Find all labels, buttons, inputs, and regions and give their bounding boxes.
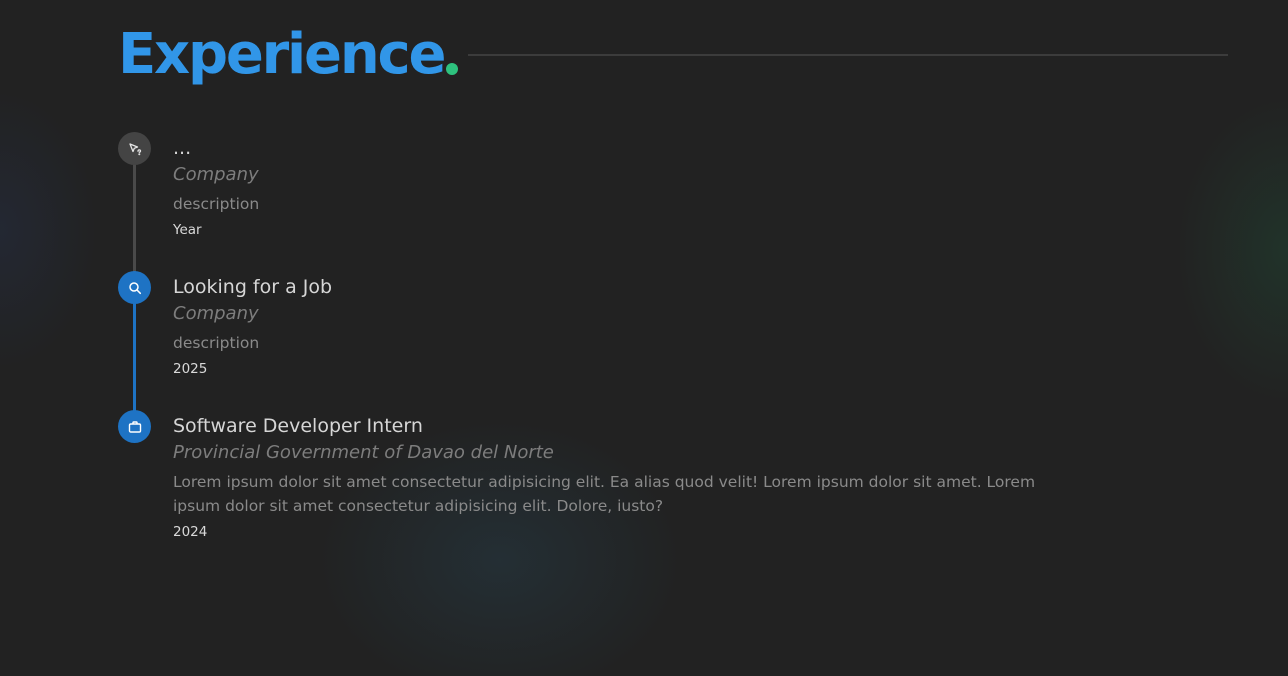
timeline-node [118, 132, 151, 165]
entry-content: Software Developer Intern Provincial Gov… [173, 410, 1063, 541]
company-name: Provincial Government of Davao del Norte [173, 442, 554, 463]
timeline-node [118, 271, 151, 304]
job-title: Software Developer Intern [173, 415, 423, 437]
job-year: Year [173, 222, 202, 238]
job-year: 2025 [173, 361, 208, 377]
job-title: ... [173, 137, 192, 159]
search-icon [128, 281, 142, 295]
entry-content: Looking for a Job Company description 20… [173, 271, 1063, 378]
timeline-node [118, 410, 151, 443]
title-divider [468, 54, 1228, 56]
job-description: Lorem ipsum dolor sit amet consectetur a… [173, 473, 1036, 515]
title-dot [446, 63, 459, 75]
timeline-connector [133, 303, 136, 411]
cursor-question-icon [128, 142, 142, 156]
timeline-connector [133, 164, 136, 272]
briefcase-icon [128, 420, 142, 434]
company-name: Company [173, 303, 259, 324]
job-description: description [173, 334, 260, 352]
job-year: 2024 [173, 524, 208, 540]
job-description: description [173, 195, 260, 213]
job-title: Looking for a Job [173, 276, 333, 298]
company-name: Company [173, 164, 259, 185]
section-header: Experience [118, 20, 1228, 90]
page-title: Experience [118, 27, 459, 83]
entry-content: ... Company description Year [173, 132, 1063, 239]
page-title-text: Experience [118, 22, 446, 87]
